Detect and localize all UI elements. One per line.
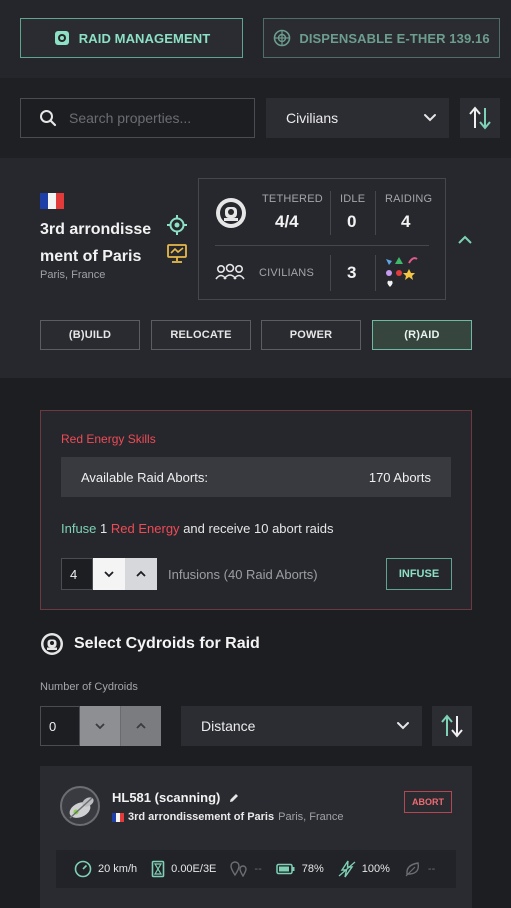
distance-metric: -- <box>230 861 262 877</box>
cydroid-count-value[interactable]: 0 <box>40 706 80 746</box>
raid-management-label: RAID MANAGEMENT <box>78 30 211 46</box>
cydroid-robot-image <box>69 797 94 819</box>
cydroid-property: 3rd arrondissement of Paris <box>128 811 275 823</box>
lightning-icon <box>338 860 356 878</box>
sort-by-select[interactable]: Distance <box>181 706 422 746</box>
cydroid-decrement-button[interactable] <box>80 706 120 746</box>
power-button[interactable]: POWER <box>261 320 361 350</box>
relocate-button[interactable]: RELOCATE <box>151 320 251 350</box>
search-input[interactable] <box>69 110 244 126</box>
top-bar: RAID MANAGEMENT DISPENSABLE E-THER 139.1… <box>0 0 511 78</box>
speed-metric: 20 km/h <box>74 860 137 878</box>
tethered-label: TETHERED <box>262 193 323 205</box>
cydroid-count-stepper[interactable]: 0 <box>40 706 161 746</box>
infusion-stepper-value[interactable]: 4 <box>61 558 93 590</box>
search-box[interactable] <box>20 98 255 138</box>
leaf-icon <box>405 862 419 877</box>
civilian-emoji-icons <box>386 257 418 287</box>
available-aborts-label: Available Raid Aborts: <box>81 469 208 485</box>
search-icon <box>40 110 57 127</box>
property-location: Paris, France <box>40 269 106 281</box>
dispensable-ether-button[interactable]: DISPENSABLE E-THER 139.16 <box>263 18 500 58</box>
robot-icon <box>216 198 246 228</box>
cydroid-card[interactable]: HL581 (scanning) 3rd arrondissement of P… <box>40 766 472 908</box>
property-name: 3rd arrondisse ment of Paris <box>40 221 152 265</box>
cydroid-metrics: 20 km/h 0.00E/3E -- 78% 100% -- <box>56 850 456 888</box>
civilians-label: CIVILIANS <box>259 267 314 279</box>
sort-direction-button[interactable] <box>432 706 472 746</box>
robot-eye-icon <box>54 31 69 45</box>
chevron-down-icon <box>104 571 114 578</box>
sort-icon <box>469 106 491 130</box>
idle-label: IDLE <box>340 193 366 205</box>
available-aborts-bar: Available Raid Aborts: 170 Aborts <box>61 457 451 497</box>
raid-button[interactable]: (R)AID <box>372 320 472 350</box>
hourglass-icon <box>151 860 165 878</box>
search-row: Civilians <box>0 78 511 158</box>
sort-button[interactable] <box>460 98 500 138</box>
chart-icon[interactable] <box>166 242 188 264</box>
pencil-icon[interactable] <box>228 792 240 804</box>
sort-by-value: Distance <box>201 718 256 734</box>
infusion-stepper[interactable]: 4 <box>61 558 157 590</box>
red-energy-title: Red Energy Skills <box>61 432 156 446</box>
cydroid-location: 3rd arrondissement of Paris Paris, Franc… <box>112 811 344 823</box>
battery-icon <box>275 863 295 875</box>
pins-icon <box>230 861 248 877</box>
raiding-label: RAIDING <box>385 193 433 205</box>
property-card: 3rd arrondisse ment of Paris Paris, Fran… <box>0 158 511 378</box>
idle-value: 0 <box>347 212 357 231</box>
france-flag <box>112 812 124 822</box>
filter-select-value: Civilians <box>286 110 339 126</box>
increment-button[interactable] <box>125 558 157 590</box>
infuse-description: Infuse 1 Red Energy and receive 10 abort… <box>61 521 334 536</box>
decrement-button[interactable] <box>93 558 125 590</box>
select-cydroids-title: Select Cydroids for Raid <box>74 635 260 652</box>
france-flag <box>40 193 64 209</box>
raiding-value: 4 <box>401 212 411 231</box>
chevron-up-icon <box>136 570 146 577</box>
cydroid-city: Paris, France <box>278 811 344 823</box>
abort-button[interactable]: ABORT <box>404 791 452 813</box>
chevron-up-icon <box>136 722 146 729</box>
battery-metric: 78% <box>275 863 324 875</box>
civilians-value: 3 <box>347 263 357 282</box>
cost-metric: 0.00E/3E <box>151 860 216 878</box>
target-icon[interactable] <box>166 214 188 236</box>
chevron-down-icon <box>397 722 409 730</box>
infuse-button[interactable]: INFUSE <box>386 558 452 590</box>
cydroid-avatar <box>60 786 100 826</box>
dispensable-ether-label: DISPENSABLE E-THER 139.16 <box>299 30 490 46</box>
number-of-cydroids-label: Number of Cydroids <box>40 681 138 693</box>
red-energy-panel: Red Energy Skills Available Raid Aborts:… <box>40 410 472 610</box>
build-button[interactable]: (B)UILD <box>40 320 140 350</box>
chevron-down-icon <box>95 723 105 730</box>
chevron-down-icon <box>424 114 436 122</box>
cydroid-increment-button[interactable] <box>120 706 161 746</box>
available-aborts-value: 170 Aborts <box>368 469 431 485</box>
other-metric: -- <box>404 861 435 877</box>
cydroid-name-row: HL581 (scanning) <box>112 790 240 805</box>
property-stats: TETHERED 4/4 IDLE 0 RAIDING 4 CIVILIANS … <box>198 178 446 300</box>
cydroid-name: HL581 (scanning) <box>112 790 221 805</box>
raid-management-button[interactable]: RAID MANAGEMENT <box>20 18 243 58</box>
robot-icon <box>41 633 63 655</box>
users-icon <box>215 263 245 280</box>
chevron-up-icon[interactable] <box>456 234 474 246</box>
infusions-text: Infusions (40 Raid Aborts) <box>168 567 318 582</box>
sort-icon <box>441 714 463 738</box>
power-metric: 100% <box>338 860 390 878</box>
filter-select[interactable]: Civilians <box>266 98 449 138</box>
speedometer-icon <box>74 860 92 878</box>
globe-icon <box>274 29 291 47</box>
tethered-value: 4/4 <box>275 212 299 231</box>
